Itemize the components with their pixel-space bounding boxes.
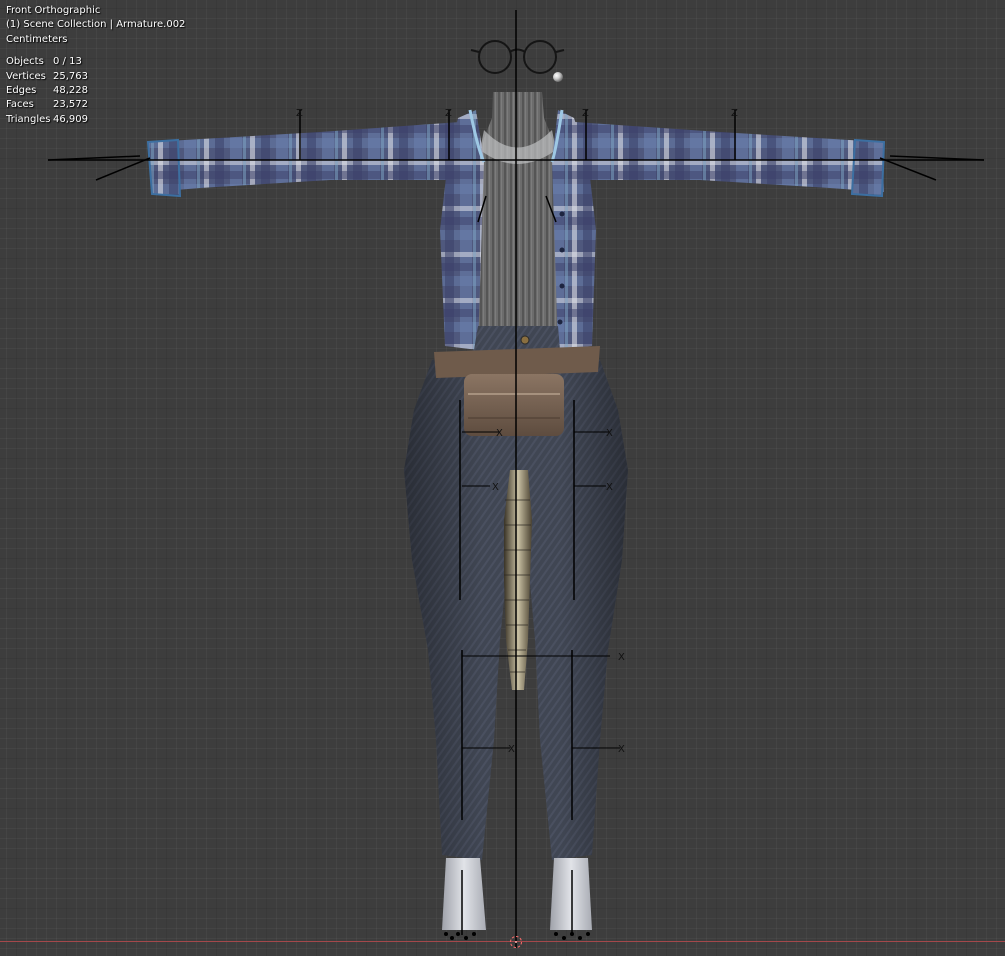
shoes[interactable] (442, 858, 592, 930)
svg-text:Z: Z (582, 108, 589, 119)
svg-text:Z: Z (445, 108, 452, 119)
world-x-axis-line (0, 941, 1005, 942)
svg-text:X: X (618, 652, 625, 663)
character-model[interactable]: Z Z Z Z X X X X X X X (0, 0, 1005, 956)
3d-viewport[interactable]: Z Z Z Z X X X X X X X Front Orthographic… (0, 0, 1005, 956)
glasses[interactable] (470, 40, 565, 74)
svg-text:Z: Z (731, 108, 738, 119)
svg-text:X: X (496, 428, 503, 439)
tail[interactable] (504, 470, 532, 690)
svg-text:X: X (606, 482, 613, 493)
svg-text:X: X (508, 744, 515, 755)
svg-text:X: X (606, 428, 613, 439)
svg-text:X: X (618, 744, 625, 755)
light-probe-icon[interactable] (553, 72, 563, 82)
svg-text:X: X (492, 482, 499, 493)
object-origin-icon[interactable] (509, 935, 523, 949)
tank-top[interactable] (476, 92, 560, 330)
svg-text:Z: Z (296, 108, 303, 119)
